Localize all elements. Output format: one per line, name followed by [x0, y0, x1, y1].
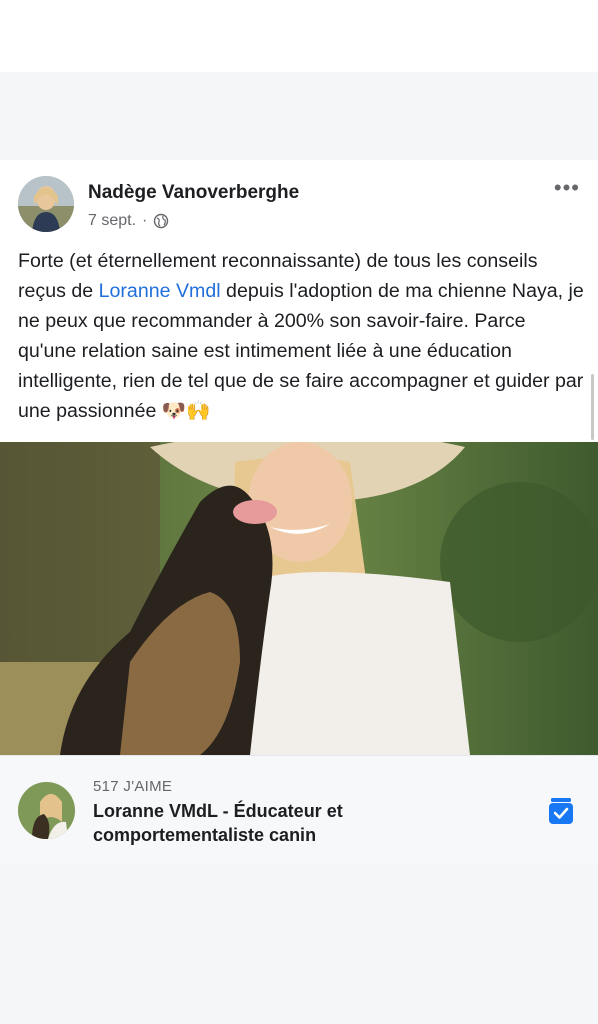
page-likes-count: 517 J'AIME [93, 778, 173, 795]
save-icon[interactable] [546, 796, 576, 826]
post-meta: 7 sept. · [88, 212, 169, 230]
post-card: Nadège Vanoverberghe 7 sept. · ••• Forte… [0, 160, 598, 864]
author-name[interactable]: Nadège Vanoverberghe [88, 182, 299, 204]
post-date[interactable]: 7 sept. [88, 212, 136, 230]
scrollbar[interactable] [591, 374, 594, 440]
page-name[interactable]: Loranne VMdL - Éducateur et comportement… [93, 799, 493, 847]
page-avatar[interactable] [18, 782, 75, 839]
author-avatar[interactable] [18, 176, 74, 232]
top-blank-area [0, 0, 598, 72]
post-text: Forte (et éternellement reconnaissante) … [18, 246, 584, 426]
page-footer: 517 J'AIME Loranne VMdL - Éducateur et c… [0, 755, 598, 864]
more-options-icon[interactable]: ••• [554, 177, 580, 199]
mention-link[interactable]: Loranne Vmdl [99, 280, 221, 302]
post-photo[interactable] [0, 442, 598, 755]
meta-separator: · [142, 212, 148, 229]
globe-icon [154, 213, 169, 229]
